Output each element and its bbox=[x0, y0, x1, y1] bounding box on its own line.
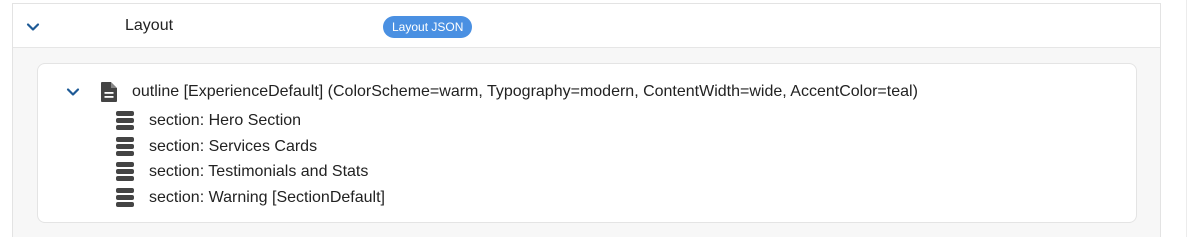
layout-panel: Layout Layout JSON outline [ExperienceDe… bbox=[12, 3, 1161, 237]
scrollbar[interactable] bbox=[1186, 0, 1200, 237]
section-label: section: Warning [SectionDefault] bbox=[149, 189, 385, 206]
layout-json-badge[interactable]: Layout JSON bbox=[383, 16, 473, 38]
chevron-down-icon[interactable] bbox=[65, 84, 81, 100]
section-icon bbox=[116, 162, 134, 182]
chevron-down-icon[interactable] bbox=[25, 19, 41, 35]
section-item-testimonials[interactable]: section: Testimonials and Stats bbox=[116, 162, 516, 184]
section-item-warning[interactable]: section: Warning [SectionDefault] bbox=[116, 188, 516, 210]
layout-title: Layout bbox=[125, 17, 174, 34]
section-icon bbox=[116, 137, 134, 157]
section-label: section: Services Cards bbox=[149, 138, 318, 155]
document-icon bbox=[100, 81, 118, 103]
section-item-services[interactable]: section: Services Cards bbox=[116, 137, 516, 159]
section-label: section: Testimonials and Stats bbox=[149, 163, 369, 180]
section-item-hero[interactable]: section: Hero Section bbox=[116, 111, 516, 133]
section-icon bbox=[116, 188, 134, 208]
section-label: section: Hero Section bbox=[149, 112, 302, 129]
outline-label: outline [ExperienceDefault] (ColorScheme… bbox=[132, 83, 918, 100]
outline-card: outline [ExperienceDefault] (ColorScheme… bbox=[37, 63, 1137, 223]
section-icon bbox=[116, 111, 134, 131]
layout-header-row[interactable]: Layout Layout JSON bbox=[13, 4, 1160, 48]
